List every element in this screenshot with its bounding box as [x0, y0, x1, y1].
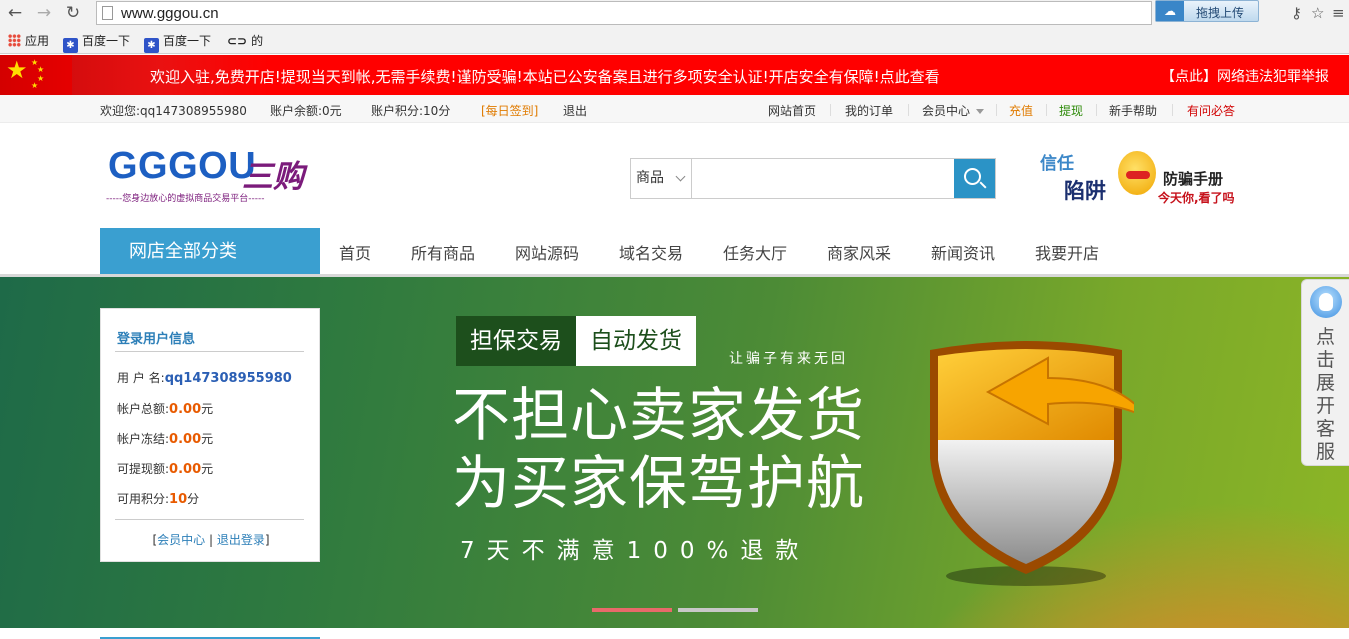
welcome-text: 欢迎您:qq147308955980 — [100, 104, 247, 118]
page-icon — [102, 6, 113, 20]
baidu-paw-icon: ✱ — [144, 38, 159, 53]
home-link[interactable]: 网站首页 — [768, 102, 816, 119]
bookmark-baidu-1[interactable]: ✱ 百度一下 — [63, 32, 130, 53]
drag-upload-label: 拖拽上传 — [1196, 6, 1245, 20]
nav-task-hall[interactable]: 任务大厅 — [723, 240, 787, 264]
member-center-link[interactable]: 会员中心 — [922, 102, 985, 119]
logo-chinese: 三购 — [242, 159, 304, 195]
drag-upload-button[interactable]: ☁ 拖拽上传 — [1155, 0, 1259, 22]
total-row: 帐户总额:0.00元 — [117, 402, 214, 417]
page-bottom — [0, 628, 1349, 639]
address-bar[interactable]: www.gggou.cn — [96, 1, 1152, 25]
bookmark-apps[interactable]: 应用 — [8, 32, 49, 49]
banner-tagline: 让骗子有来无回 — [729, 351, 848, 367]
customer-service-label: 点击展开客服 — [1316, 326, 1336, 463]
qq-penguin-icon — [1310, 286, 1342, 318]
bookmark-baidu-2[interactable]: ✱ 百度一下 — [144, 32, 211, 53]
forward-arrow-icon[interactable]: → — [34, 3, 54, 23]
daily-signin-link[interactable]: [每日签到] — [481, 102, 538, 119]
member-bar: 欢迎您:qq147308955980 账户余额:0元 账户积分:10分 [每日签… — [0, 95, 1349, 123]
nav-merchants[interactable]: 商家风采 — [827, 240, 891, 264]
caret-down-icon — [976, 109, 985, 114]
divider — [908, 104, 909, 116]
banner-headline-2: 为买家保驾护航 — [452, 449, 866, 517]
browser-toolbar: ← → ↻ www.gggou.cn ☁ 拖拽上传 ⚷ ☆ ≡ — [0, 0, 1349, 26]
menu-icon[interactable]: ≡ — [1332, 4, 1345, 22]
points-text: 账户积分:10分 — [371, 104, 451, 118]
nav-source-code[interactable]: 网站源码 — [515, 240, 579, 264]
divider — [1046, 104, 1047, 116]
divider — [115, 519, 304, 520]
search-button[interactable] — [954, 159, 995, 198]
frozen-row: 帐户冻结:0.00元 — [117, 432, 214, 447]
anti-fraud-ad[interactable]: 信任 陷阱 防骗手册 今天你,看了吗 — [1032, 147, 1247, 209]
site-logo[interactable]: GGGOU 三购 -----您身边放心的虚拟商品交易平台----- — [106, 145, 326, 207]
panel-title: 登录用户信息 — [117, 332, 196, 347]
key-icon[interactable]: ⚷ — [1291, 4, 1302, 22]
recharge-link[interactable]: 充值 — [1009, 102, 1033, 119]
apps-grid-icon — [8, 34, 21, 47]
nav-news[interactable]: 新闻资讯 — [931, 240, 995, 264]
withdraw-link[interactable]: 提现 — [1059, 102, 1083, 119]
reload-icon[interactable]: ↻ — [63, 3, 83, 23]
chicken-mascot-icon — [1118, 151, 1156, 195]
points-row: 可用积分:10分 — [117, 492, 200, 507]
bookmark-de[interactable]: ⊂⊃ 的 — [227, 32, 263, 49]
username-row: 用 户 名:qq147308955980 — [117, 371, 292, 386]
back-arrow-icon[interactable]: ← — [5, 3, 25, 23]
url-text[interactable]: www.gggou.cn — [121, 5, 219, 22]
search-category-select[interactable]: 商品 — [631, 159, 692, 198]
qa-link[interactable]: 有问必答 — [1187, 102, 1235, 119]
auto-delivery-tag: 自动发货 — [576, 316, 696, 366]
refund-promise: 7天不满意100%退款 — [460, 538, 811, 564]
banner-headline-1: 不担心卖家发货 — [452, 381, 866, 449]
star-icon[interactable]: ☆ — [1311, 4, 1324, 22]
bookmarks-bar: 应用 ✱ 百度一下 ✱ 百度一下 ⊂⊃ 的 — [0, 26, 1349, 54]
divider — [115, 351, 304, 352]
slide-indicator-active[interactable] — [592, 608, 672, 612]
logo-slogan: -----您身边放心的虚拟商品交易平台----- — [106, 194, 265, 204]
divider — [1172, 104, 1173, 116]
logout-link[interactable]: 退出登录 — [217, 533, 265, 547]
cloud-icon: ☁ — [1156, 1, 1184, 21]
my-orders-link[interactable]: 我的订单 — [845, 102, 893, 119]
balance-text: 账户余额:0元 — [270, 104, 342, 118]
nav-all-products[interactable]: 所有商品 — [411, 240, 475, 264]
withdrawable-row: 可提现额:0.00元 — [117, 462, 214, 477]
slide-indicator[interactable] — [678, 608, 758, 612]
nav-domain-trade[interactable]: 域名交易 — [619, 240, 683, 264]
report-link[interactable]: 【点此】网络违法犯罪举报 — [1161, 66, 1329, 86]
shield-icon — [930, 341, 1134, 586]
chevron-down-icon — [675, 171, 686, 182]
panel-links: [会员中心 | 退出登录] — [152, 533, 270, 547]
divider — [996, 104, 997, 116]
divider — [1096, 104, 1097, 116]
all-categories-button[interactable]: 网店全部分类 — [100, 228, 320, 276]
china-flag-icon: ★ ★ ★ ★ ★ — [0, 55, 72, 95]
logout-link[interactable]: 退出 — [563, 102, 587, 119]
search-box: 商品 — [630, 158, 996, 199]
customer-service-tab[interactable]: 点击展开客服 — [1301, 279, 1349, 466]
member-center-link[interactable]: 会员中心 — [157, 533, 205, 547]
divider — [830, 104, 831, 116]
guarantee-tag: 担保交易 — [456, 316, 576, 366]
link-icon: ⊂⊃ — [227, 34, 248, 48]
nav-open-shop[interactable]: 我要开店 — [1035, 240, 1099, 264]
baidu-paw-icon: ✱ — [63, 38, 78, 53]
logo-text: GGGOU — [108, 145, 257, 187]
nav-home[interactable]: 首页 — [339, 240, 371, 264]
help-link[interactable]: 新手帮助 — [1109, 102, 1157, 119]
notice-bar[interactable]: ★ ★ ★ ★ ★ 欢迎入驻,免费开店!提现当天到帐,无需手续费!谨防受骗!本站… — [0, 55, 1349, 95]
notice-text[interactable]: 欢迎入驻,免费开店!提现当天到帐,无需手续费!谨防受骗!本站已公安备案且进行多项… — [150, 66, 940, 87]
user-info-panel: 登录用户信息 用 户 名:qq147308955980 帐户总额:0.00元 帐… — [100, 308, 320, 562]
search-input[interactable] — [693, 159, 955, 198]
